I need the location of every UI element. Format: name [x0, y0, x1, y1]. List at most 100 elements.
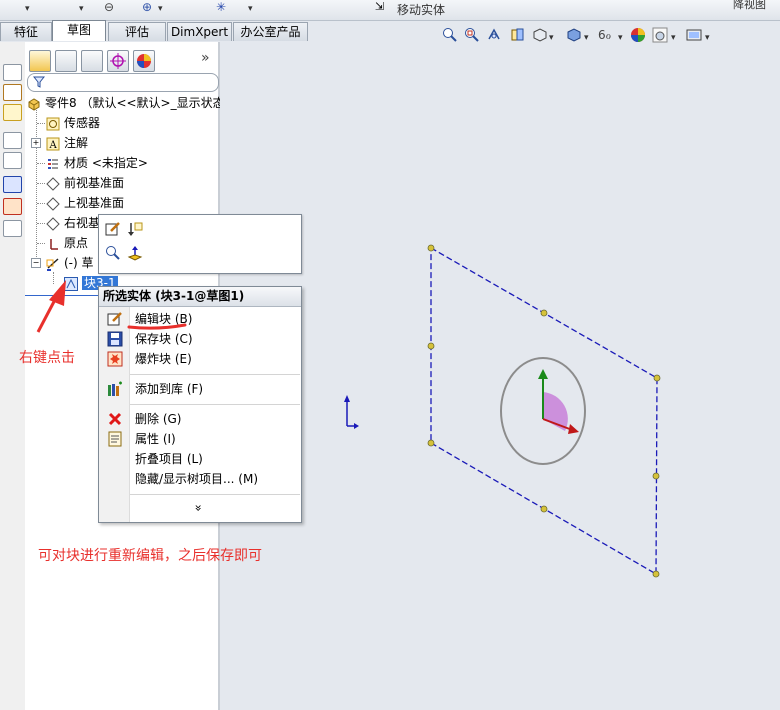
properties-icon [108, 431, 122, 447]
plane-icon [46, 196, 60, 211]
tree-item-sketch1[interactable]: (-) 草 [46, 254, 94, 272]
section-view-icon[interactable] [510, 27, 526, 43]
expand-panel-icon[interactable]: » [201, 50, 210, 66]
material-icon [48, 158, 58, 169]
tab-sketch[interactable]: 草图 [52, 20, 106, 41]
zoom-to-fit-icon[interactable] [442, 27, 458, 43]
expand-icon[interactable]: + [31, 138, 41, 148]
edit-block-icon[interactable] [105, 221, 121, 237]
tab-features[interactable]: 特征 [0, 22, 52, 41]
dropdown-arrow-icon[interactable]: ▾ [25, 4, 30, 14]
move-entity-icon[interactable]: ⇲ [375, 0, 384, 13]
graphics-viewport[interactable]: ▾ ▾ 6ℴ ▾ ▾ ▾ [220, 27, 780, 710]
sketch-canvas [344, 244, 661, 578]
expand-menu-icon[interactable]: » [192, 504, 206, 511]
tree-item-sensors[interactable]: 传感器 [46, 114, 100, 132]
normal-to-icon[interactable] [127, 245, 143, 261]
zoom-to-selection-icon[interactable] [105, 245, 121, 261]
delete-icon [108, 412, 122, 426]
dimxpert-manager-tab-icon[interactable] [107, 50, 129, 72]
menu-separator [130, 404, 300, 405]
menu-separator [130, 494, 300, 495]
red-arrow-annotation [36, 280, 66, 333]
tree-root-label: 零件8 （默认<<默认>_显示状态 [45, 96, 225, 110]
apply-scene-icon[interactable] [652, 27, 668, 43]
part-icon [28, 97, 40, 111]
tree-item-label: 传感器 [64, 116, 101, 130]
tree-item-annotations[interactable]: A 注解 [46, 134, 88, 152]
plane-icon [46, 176, 60, 191]
annotation-icon: A [46, 137, 60, 151]
tree-item-label: 前视基准面 [64, 176, 125, 190]
tree-item-label: 右视基 [64, 216, 101, 230]
dropdown-arrow-icon[interactable]: ▾ [158, 4, 163, 14]
property-manager-tab-icon[interactable] [55, 50, 77, 72]
dropdown-arrow-icon[interactable]: ▾ [248, 4, 253, 14]
edit-block-icon[interactable] [3, 84, 22, 101]
tree-item-label: (-) 草 [64, 256, 94, 270]
view-settings-icon[interactable] [686, 27, 702, 43]
right-click-annotation: 右键点击 [19, 350, 75, 366]
plane-icon [46, 216, 60, 231]
circle-tool-icon[interactable]: ⊕ [142, 0, 152, 14]
sketch-text-icon[interactable] [3, 64, 22, 81]
rebuild-block-icon[interactable] [3, 152, 22, 169]
collapse-icon[interactable]: − [31, 258, 41, 268]
top-toolbar: ▾ ▾ ⊖ ⊕ ▾ ✳ ▾ ⇲ 移动实体 降视图 [0, 0, 780, 21]
tree-item-label: 上视基准面 [64, 196, 125, 210]
previous-view-icon[interactable] [486, 27, 502, 43]
filter-icon [33, 76, 45, 88]
menu-item-hide-show-tree-items[interactable]: 隐藏/显示树项目... (M) [135, 470, 258, 488]
zoom-to-area-icon[interactable] [464, 27, 480, 43]
menu-item-collapse-items[interactable]: 折叠项目 (L) [135, 450, 203, 468]
left-tool-strip [0, 42, 26, 710]
move-entity-button[interactable]: 移动实体 [397, 1, 445, 18]
tree-item-label: 注解 [64, 136, 89, 150]
add-to-library-icon [108, 381, 122, 396]
display-manager-tab-icon[interactable] [133, 50, 155, 72]
menu-item-label: 属性 (I) [135, 432, 176, 446]
display-style-icon[interactable] [566, 27, 582, 43]
edit-appearance-icon[interactable] [630, 27, 646, 43]
tree-connector [37, 223, 45, 224]
sketch-icon [46, 257, 59, 271]
tree-connector [37, 243, 45, 244]
origin-icon [50, 238, 58, 250]
tab-office-products[interactable]: 办公室产品 [233, 22, 308, 41]
save-block-icon[interactable] [3, 176, 22, 193]
menu-item-label: 保存块 (C) [135, 332, 193, 346]
origin-icon [344, 395, 359, 429]
tab-evaluate[interactable]: 评估 [108, 22, 166, 41]
feature-tree-tab-icon[interactable] [29, 50, 51, 72]
tree-item-front-plane[interactable]: 前视基准面 [46, 174, 124, 192]
point-tool-icon[interactable]: ✳ [216, 0, 226, 14]
tree-item-top-plane[interactable]: 上视基准面 [46, 194, 124, 212]
hide-show-items-icon[interactable]: 6ℴ [598, 28, 611, 42]
sketch-tool-icon[interactable]: ⊖ [104, 0, 114, 14]
add-block-icon[interactable] [3, 132, 22, 149]
tree-guide-line [36, 110, 37, 263]
tree-connector [37, 183, 45, 184]
tree-root[interactable]: 零件8 （默认<<默认>_显示状态 [27, 94, 225, 112]
tree-connector [37, 123, 45, 124]
context-menu-header: 所选实体 (块3-1@草图1) [99, 287, 301, 307]
explode-block-icon[interactable] [3, 198, 22, 215]
context-toolbar [98, 214, 302, 274]
svg-text:A: A [49, 140, 58, 151]
explode-block-icon [107, 351, 123, 367]
view-orientation-icon[interactable] [532, 27, 548, 43]
tree-item-right-plane[interactable]: 右视基 [46, 214, 100, 232]
belt-chain-icon[interactable] [3, 220, 22, 237]
insert-block-icon[interactable] [3, 104, 22, 121]
tree-connector [37, 163, 45, 164]
tree-filter-input[interactable] [27, 73, 219, 92]
dropdown-arrow-icon[interactable]: ▾ [79, 4, 84, 14]
tab-dimxpert[interactable]: DimXpert [167, 22, 232, 41]
insert-block-icon[interactable] [127, 221, 143, 237]
tree-item-origin[interactable]: 原点 [46, 234, 88, 252]
menu-item-label: 爆炸块 (E) [135, 352, 192, 366]
context-menu: 所选实体 (块3-1@草图1) 编辑块 (B) 保存块 (C) 爆炸块 (E) … [98, 286, 302, 523]
configuration-manager-tab-icon[interactable] [81, 50, 103, 72]
tree-item-material[interactable]: 材质 <未指定> [46, 154, 148, 172]
view-label[interactable]: 降视图 [733, 0, 766, 12]
